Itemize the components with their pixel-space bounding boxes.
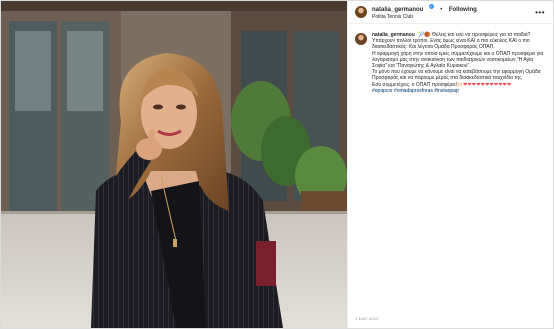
post-footer: 1 DAY AGO — [348, 304, 553, 328]
post-photo-image — [1, 1, 347, 328]
post-date[interactable]: 1 DAY AGO — [355, 316, 379, 321]
separator-dot: • — [440, 7, 443, 13]
avatar[interactable] — [355, 6, 367, 18]
post-header: natalia_germanou ✓ • Following Politia T… — [348, 1, 553, 24]
comments-section: natalia_germanou 🎾🏀 Θέλεις και εσύ να πρ… — [348, 24, 553, 304]
hearts-emoji: ❤❤❤❤❤❤❤❤❤❤❤ — [463, 81, 512, 88]
location-link[interactable]: Politia Tennis Club — [372, 14, 477, 21]
following-button[interactable]: Following — [449, 7, 477, 13]
caption-avatar[interactable] — [355, 33, 367, 45]
username-link[interactable]: natalia_germanou — [372, 7, 423, 13]
caption-paragraph: Η εφαρμογή χάρη στην οποία εμείς συμμετέ… — [372, 50, 544, 70]
hashtags-link[interactable]: #opapcsr #omadaprosforas #instaopap — [372, 88, 545, 94]
caption-paragraph: Το μόνο που έχουμε να κάνουμε είναι να κ… — [372, 69, 541, 82]
caption-paragraph: Εσύ συμμετέχεις, ο ΟΠΑΠ προσφέρει!🙌🏻 — [372, 81, 464, 88]
verified-badge-icon: ✓ — [428, 4, 434, 10]
post-photo[interactable] — [1, 1, 347, 328]
instagram-post: natalia_germanou ✓ • Following Politia T… — [0, 0, 554, 329]
caption-paragraph: Υπάρχουν πολλοί τρόποι. Ενας όμως είναι … — [372, 38, 530, 51]
post-author: natalia_germanou ✓ • Following Politia T… — [372, 3, 477, 21]
caption-text: natalia_germanou 🎾🏀 Θέλεις και εσύ να πρ… — [372, 32, 545, 304]
more-options-icon[interactable]: ••• — [535, 8, 545, 17]
post-sidebar: natalia_germanou ✓ • Following Politia T… — [347, 1, 553, 328]
